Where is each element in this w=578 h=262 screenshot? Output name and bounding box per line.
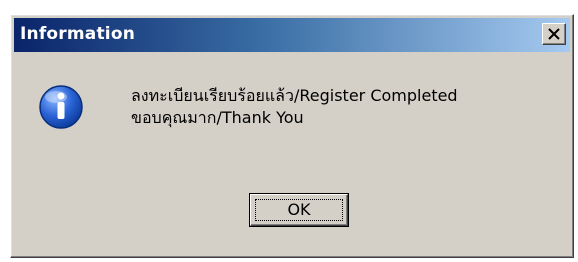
information-dialog: Information ลงทะเบียนเรียบร้อยแล้ว/Regis…: [10, 14, 574, 258]
dialog-title: Information: [20, 24, 136, 44]
title-bar[interactable]: Information: [14, 18, 570, 52]
ok-button[interactable]: OK: [249, 193, 349, 227]
close-icon: [548, 28, 560, 40]
close-button[interactable]: [542, 23, 566, 45]
information-icon: [39, 85, 83, 129]
message-text: ลงทะเบียนเรียบร้อยแล้ว/Register Complete…: [131, 85, 458, 129]
message-line-2: ขอบคุณมาก/Thank You: [131, 108, 304, 127]
ok-button-label: OK: [287, 200, 311, 219]
message-line-1: ลงทะเบียนเรียบร้อยแล้ว/Register Complete…: [131, 86, 458, 105]
